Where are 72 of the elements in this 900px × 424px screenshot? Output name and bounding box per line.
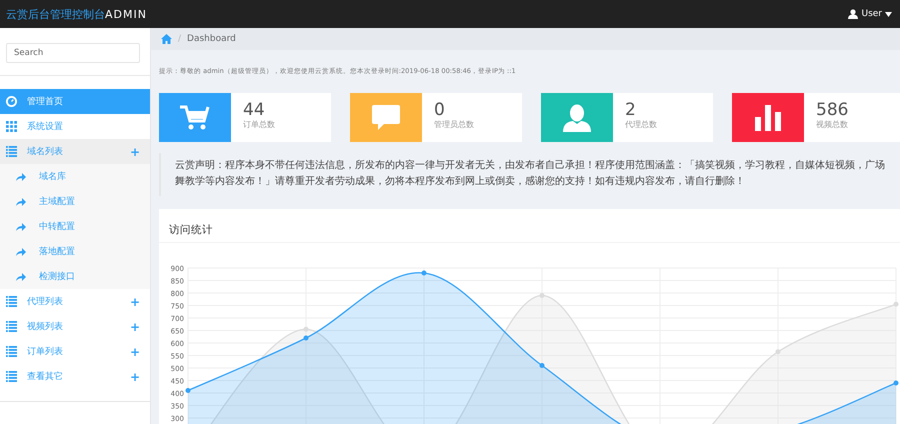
share-arrow-icon: [16, 272, 26, 280]
announcement-text: 云赏声明：程序本身不带任何违法信息，所发布的内容一律与开发者无关，由发布者自己承担！程序使用范围涵盖：「搞笑视频，学习教程，自媒体短视频，广场舞教学等内容发布！」请尊重开发者劳动成果，勿将本程序发布到网上或倒卖，感谢您的支持！如有违规内容发布，请自行删除！: [159, 153, 900, 196]
expand-toggle[interactable]: +: [130, 144, 140, 158]
grid-icon: [6, 121, 17, 132]
brand-title: 云赏后台管理控制台ADMIN: [6, 6, 147, 22]
submenu-item[interactable]: 检测接口: [0, 264, 150, 289]
sidebar-item[interactable]: 系统设置: [0, 114, 150, 139]
home-icon[interactable]: [161, 34, 172, 44]
list-icon: [6, 321, 17, 332]
point: [304, 326, 308, 332]
stat-label: 视频总数: [816, 119, 848, 130]
point: [540, 293, 544, 298]
point: [540, 363, 544, 368]
caret-icon: [885, 12, 892, 16]
list-icon: [6, 146, 17, 157]
point: [186, 388, 190, 393]
submenu-label: 落地配置: [39, 246, 76, 258]
chart-title: 访问统计: [159, 209, 900, 243]
stat-label: 管理员总数: [434, 119, 474, 130]
menu-label: 代理列表: [27, 296, 64, 308]
user-menu[interactable]: User: [848, 9, 892, 19]
sidebar-item[interactable]: 视频列表 +: [0, 314, 150, 339]
submenu-item[interactable]: 中转配置: [0, 214, 150, 239]
user-icon: [563, 104, 591, 132]
menu-label: 系统设置: [27, 120, 64, 133]
list-icon: [6, 371, 17, 382]
speech-bubble-icon: [372, 104, 400, 130]
submenu-label: 主域配置: [39, 196, 76, 208]
submenu-label: 域名库: [39, 170, 67, 183]
point: [894, 380, 898, 386]
stat-value: 0: [434, 101, 446, 119]
stat-value: 586: [816, 101, 848, 119]
share-arrow-icon: [16, 198, 26, 206]
menu-label: 视频列表: [27, 320, 64, 333]
menu-label: 查看其它: [27, 370, 64, 383]
stat-value: 44: [243, 101, 266, 119]
point: [422, 270, 426, 276]
expand-toggle[interactable]: +: [130, 294, 140, 308]
submenu-label: 检测接口: [39, 270, 76, 283]
point: [894, 302, 898, 307]
share-arrow-icon: [16, 222, 26, 230]
breadcrumb-separator: /: [178, 34, 182, 44]
stat-label: 代理总数: [625, 119, 657, 130]
list-icon: [6, 296, 17, 307]
expand-toggle[interactable]: +: [130, 320, 140, 334]
sidebar-item[interactable]: 管理首页: [0, 89, 150, 114]
sidebar-item[interactable]: 代理列表 +: [0, 289, 150, 314]
expand-toggle[interactable]: +: [130, 344, 140, 358]
menu-label: 域名列表: [27, 146, 64, 158]
gauge-icon: [6, 96, 17, 107]
share-arrow-icon: [16, 172, 26, 180]
expand-toggle[interactable]: +: [130, 370, 140, 384]
user-icon: [848, 9, 858, 19]
submenu-item[interactable]: 域名库: [0, 164, 150, 189]
stat-value: 2: [625, 101, 637, 119]
sidebar-item[interactable]: 订单列表 +: [0, 339, 150, 364]
point: [304, 336, 308, 340]
stat-label: 订单总数: [243, 119, 275, 130]
list-icon: [6, 346, 17, 357]
sidebar-item[interactable]: 域名列表 +: [0, 139, 150, 164]
menu-label: 订单列表: [27, 346, 64, 358]
search-field[interactable]: Search: [6, 43, 140, 63]
submenu-item[interactable]: 主域配置: [0, 189, 150, 214]
breadcrumb-current: Dashboard: [187, 34, 236, 44]
share-arrow-icon: [16, 248, 26, 256]
point: [776, 349, 780, 354]
menu-label: 管理首页: [27, 96, 64, 108]
submenu-label: 中转配置: [39, 220, 76, 233]
sidebar-item[interactable]: 查看其它 +: [0, 364, 150, 389]
submenu-item[interactable]: 落地配置: [0, 239, 150, 264]
bar-chart-icon: [755, 104, 781, 130]
cart-icon: [180, 104, 210, 130]
